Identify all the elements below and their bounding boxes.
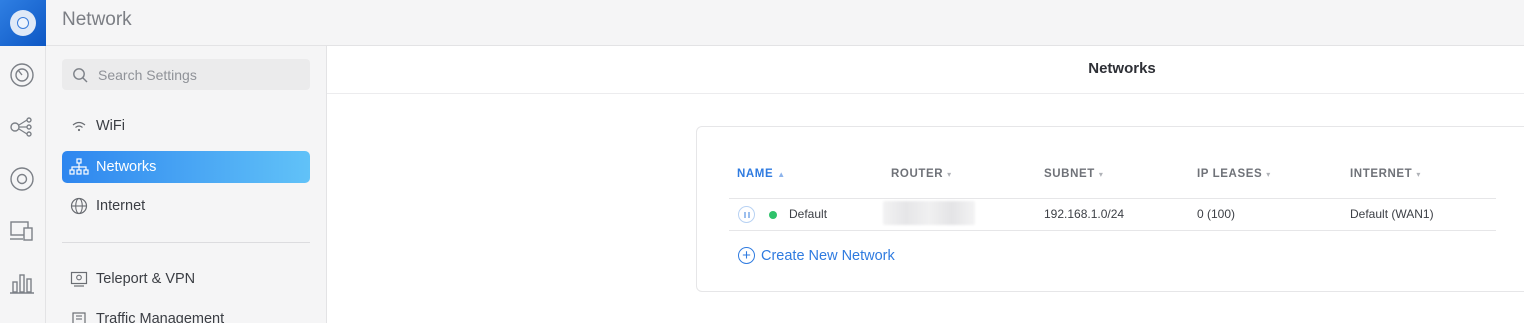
sidebar-item-label: Traffic Management [96, 311, 225, 323]
sidebar-item-teleport-vpn[interactable]: Teleport & VPN [62, 263, 310, 295]
cell-ip-leases: 0 (100) [1197, 207, 1236, 221]
search-icon [72, 67, 88, 88]
sidebar-item-internet[interactable]: Internet [62, 190, 310, 222]
sidebar-item-label: Teleport & VPN [96, 271, 196, 287]
main-content: Networks NAME ▲ ROUTER ▾ SUBNET ▾ IP LEASES… [327, 46, 1524, 323]
statistics-icon[interactable] [9, 270, 35, 296]
wifi-icon [62, 119, 96, 133]
section-title: Networks [1088, 60, 1156, 77]
column-header-router[interactable]: ROUTER ▾ [891, 168, 952, 180]
pause-icon[interactable] [738, 206, 755, 223]
sort-asc-icon: ▲ [777, 170, 786, 179]
icon-rail [0, 0, 46, 323]
teleport-icon [62, 271, 96, 287]
topology-icon[interactable] [9, 114, 35, 140]
sidebar-item-label: WiFi [96, 118, 125, 134]
column-header-subnet[interactable]: SUBNET ▾ [1044, 168, 1104, 180]
sidebar-item-networks[interactable]: Networks [62, 151, 310, 183]
table-divider [729, 230, 1496, 231]
networks-icon [62, 158, 96, 176]
column-header-internet[interactable]: INTERNET ▾ [1350, 168, 1421, 180]
devices-icon[interactable] [9, 166, 35, 192]
column-header-name[interactable]: NAME ▲ [737, 168, 786, 180]
create-network-button[interactable]: + Create New Network [738, 247, 895, 264]
dashboard-icon[interactable] [9, 62, 35, 88]
sort-icon: ▾ [1098, 170, 1104, 179]
sidebar-item-label: Networks [96, 159, 157, 175]
status-dot [769, 211, 777, 219]
networks-table-card: NAME ▲ ROUTER ▾ SUBNET ▾ IP LEASES ▾ INTERNE… [696, 126, 1524, 292]
traffic-icon [62, 311, 96, 323]
logo-icon [10, 10, 36, 36]
globe-icon [62, 197, 96, 215]
sidebar-divider [62, 242, 310, 243]
main-header: Networks [327, 46, 1524, 94]
clients-icon[interactable] [9, 218, 35, 244]
search-box[interactable] [62, 59, 310, 90]
cell-internet: Default (WAN1) [1350, 207, 1434, 221]
sidebar-item-label: Internet [96, 198, 146, 214]
page-title: Network [62, 9, 132, 30]
app: Network WiFi Networks Internet [0, 0, 1524, 323]
cell-subnet: 192.168.1.0/24 [1044, 207, 1125, 221]
sidebar-item-traffic-management[interactable]: Traffic Management [62, 303, 310, 323]
plus-circle-icon: + [738, 247, 755, 264]
settings-sidebar: WiFi Networks Internet Teleport & VPN [46, 46, 327, 323]
table-divider [729, 198, 1496, 199]
sort-icon: ▾ [947, 170, 952, 179]
sidebar-item-wifi[interactable]: WiFi [62, 110, 310, 142]
cell-name[interactable]: Default [789, 207, 827, 221]
sort-icon: ▾ [1416, 170, 1421, 179]
search-input[interactable] [98, 59, 298, 90]
sort-icon: ▾ [1266, 170, 1271, 179]
create-network-label: Create New Network [761, 247, 895, 264]
column-header-ip-leases[interactable]: IP LEASES ▾ [1197, 168, 1271, 180]
top-bar: Network [46, 0, 1524, 46]
cell-router-redacted [883, 201, 975, 225]
unifi-logo[interactable] [0, 0, 46, 46]
